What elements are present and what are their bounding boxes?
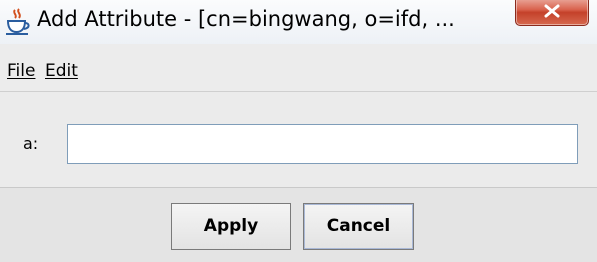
attribute-panel: a: [0, 92, 597, 188]
close-button[interactable] [515, 0, 589, 26]
apply-button[interactable]: Apply [171, 203, 291, 250]
add-attribute-dialog: Add Attribute - [cn=bingwang, o=ifd, ...… [0, 0, 597, 262]
cancel-button[interactable]: Cancel [303, 203, 414, 250]
close-icon [544, 4, 560, 18]
title-bar[interactable]: Add Attribute - [cn=bingwang, o=ifd, ... [0, 0, 597, 44]
menu-edit[interactable]: Edit [45, 61, 78, 81]
button-bar: Apply Cancel [0, 188, 597, 262]
menu-bar: File Edit [0, 44, 597, 92]
window-title: Add Attribute - [cn=bingwang, o=ifd, ... [37, 7, 455, 31]
attribute-value-input[interactable] [67, 124, 578, 164]
attribute-label: a: [23, 134, 39, 153]
menu-file[interactable]: File [7, 61, 35, 81]
java-cup-icon [5, 8, 31, 36]
